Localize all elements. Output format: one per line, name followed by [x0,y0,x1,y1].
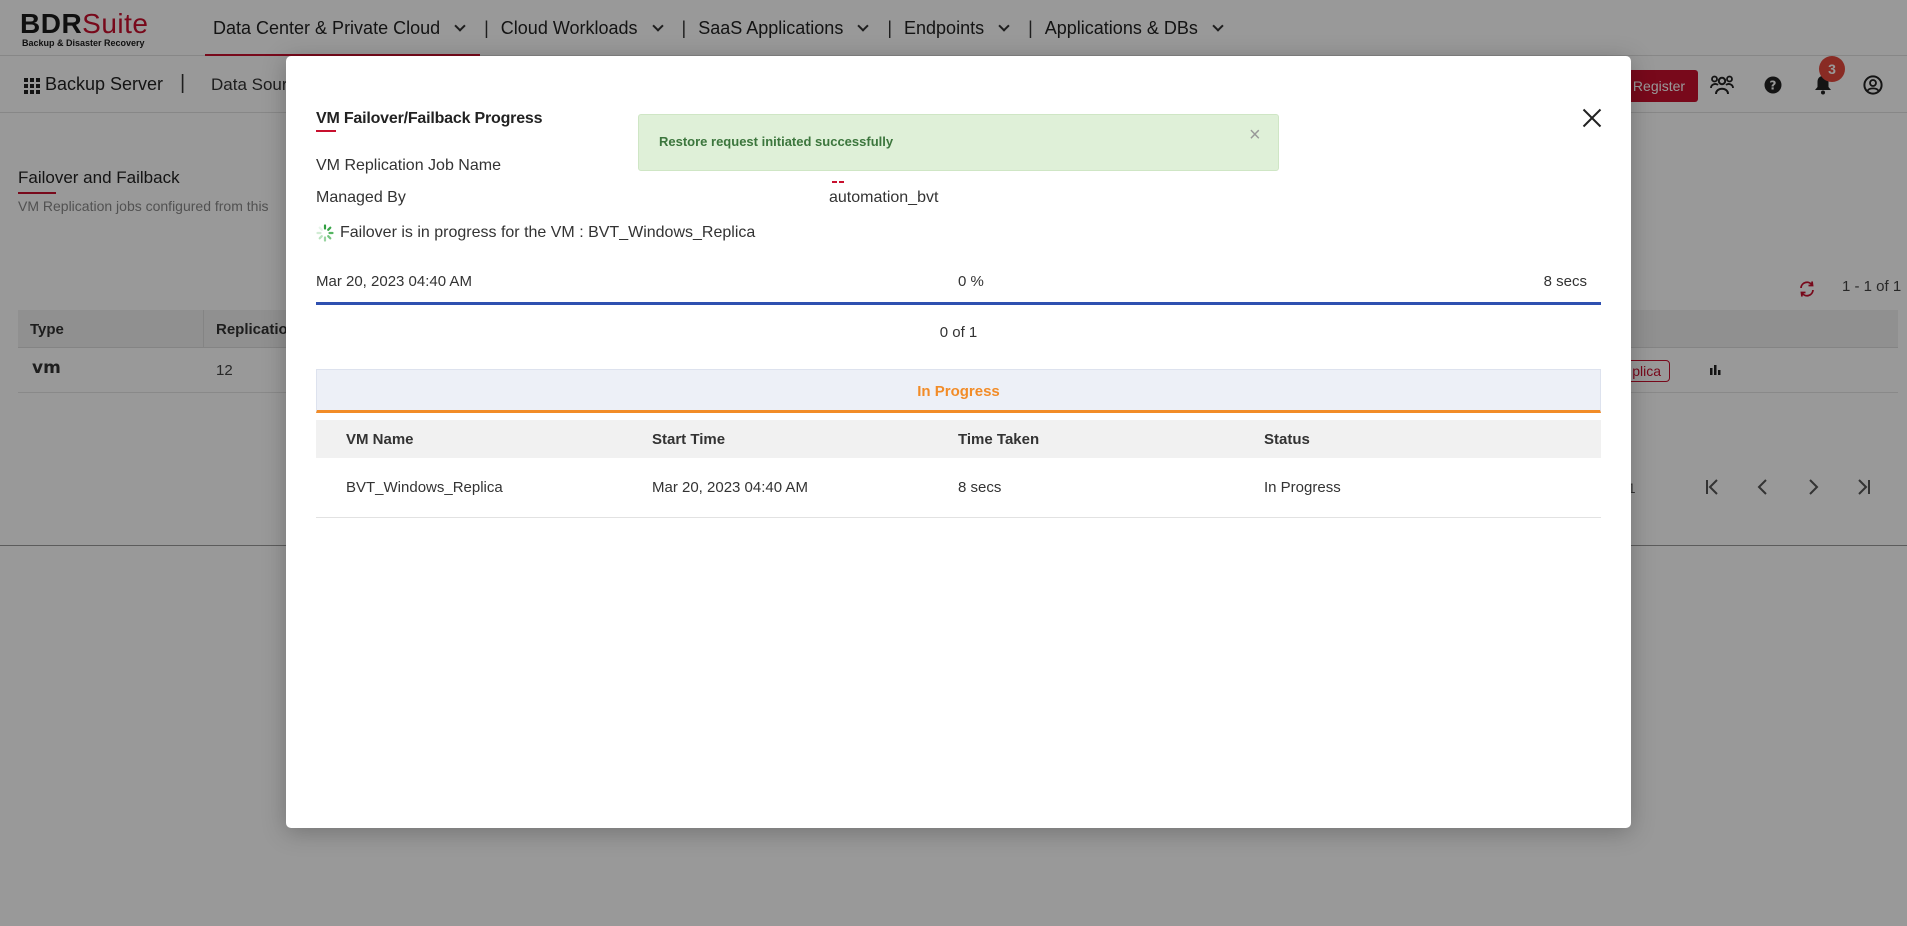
progress-count: 0 of 1 [939,324,978,341]
progress-bar [316,302,1601,305]
managed-by-label: Managed By [316,189,406,206]
status-message: Failover is in progress for the VM : BVT… [340,224,756,241]
column-header-time-taken: Time Taken [958,431,1040,448]
section-label: In Progress [917,383,1000,400]
toast-message: Restore request initiated successfully [659,134,894,149]
progress-duration: 8 secs [1543,273,1587,290]
table-row[interactable]: BVT_Windows_Replica Mar 20, 2023 04:40 A… [316,458,1601,518]
progress-start-time: Mar 20, 2023 04:40 AM [316,273,472,290]
start-time-cell: Mar 20, 2023 04:40 AM [652,479,808,496]
failover-progress-dialog: VM Failover/Failback Progress VM Replica… [286,56,1631,828]
status-cell: In Progress [1264,479,1341,496]
vm-name-cell: BVT_Windows_Replica [346,479,503,496]
toast-close-icon[interactable]: × [1249,125,1261,145]
close-icon[interactable] [1580,106,1604,130]
failover-status: Failover is in progress for the VM : BVT… [316,224,755,242]
column-header-status: Status [1264,431,1310,448]
progress-info: Mar 20, 2023 04:40 AM 0 % 8 secs [316,273,1601,293]
progress-table-header: VM Name Start Time Time Taken Status [316,420,1601,458]
spinner-icon [316,224,334,242]
progress-percent: 0 % [958,273,984,290]
column-header-start-time: Start Time [652,431,726,448]
time-taken-cell: 8 secs [958,479,1002,496]
job-name-label: VM Replication Job Name [316,157,501,174]
dialog-title: VM Failover/Failback Progress [316,110,543,127]
title-underline [316,130,336,132]
column-header-vm-name: VM Name [346,431,414,448]
managed-by-value: automation_bvt [829,189,939,206]
in-progress-section-header: In Progress [316,369,1601,413]
success-toast: Restore request initiated successfully × [638,114,1279,171]
